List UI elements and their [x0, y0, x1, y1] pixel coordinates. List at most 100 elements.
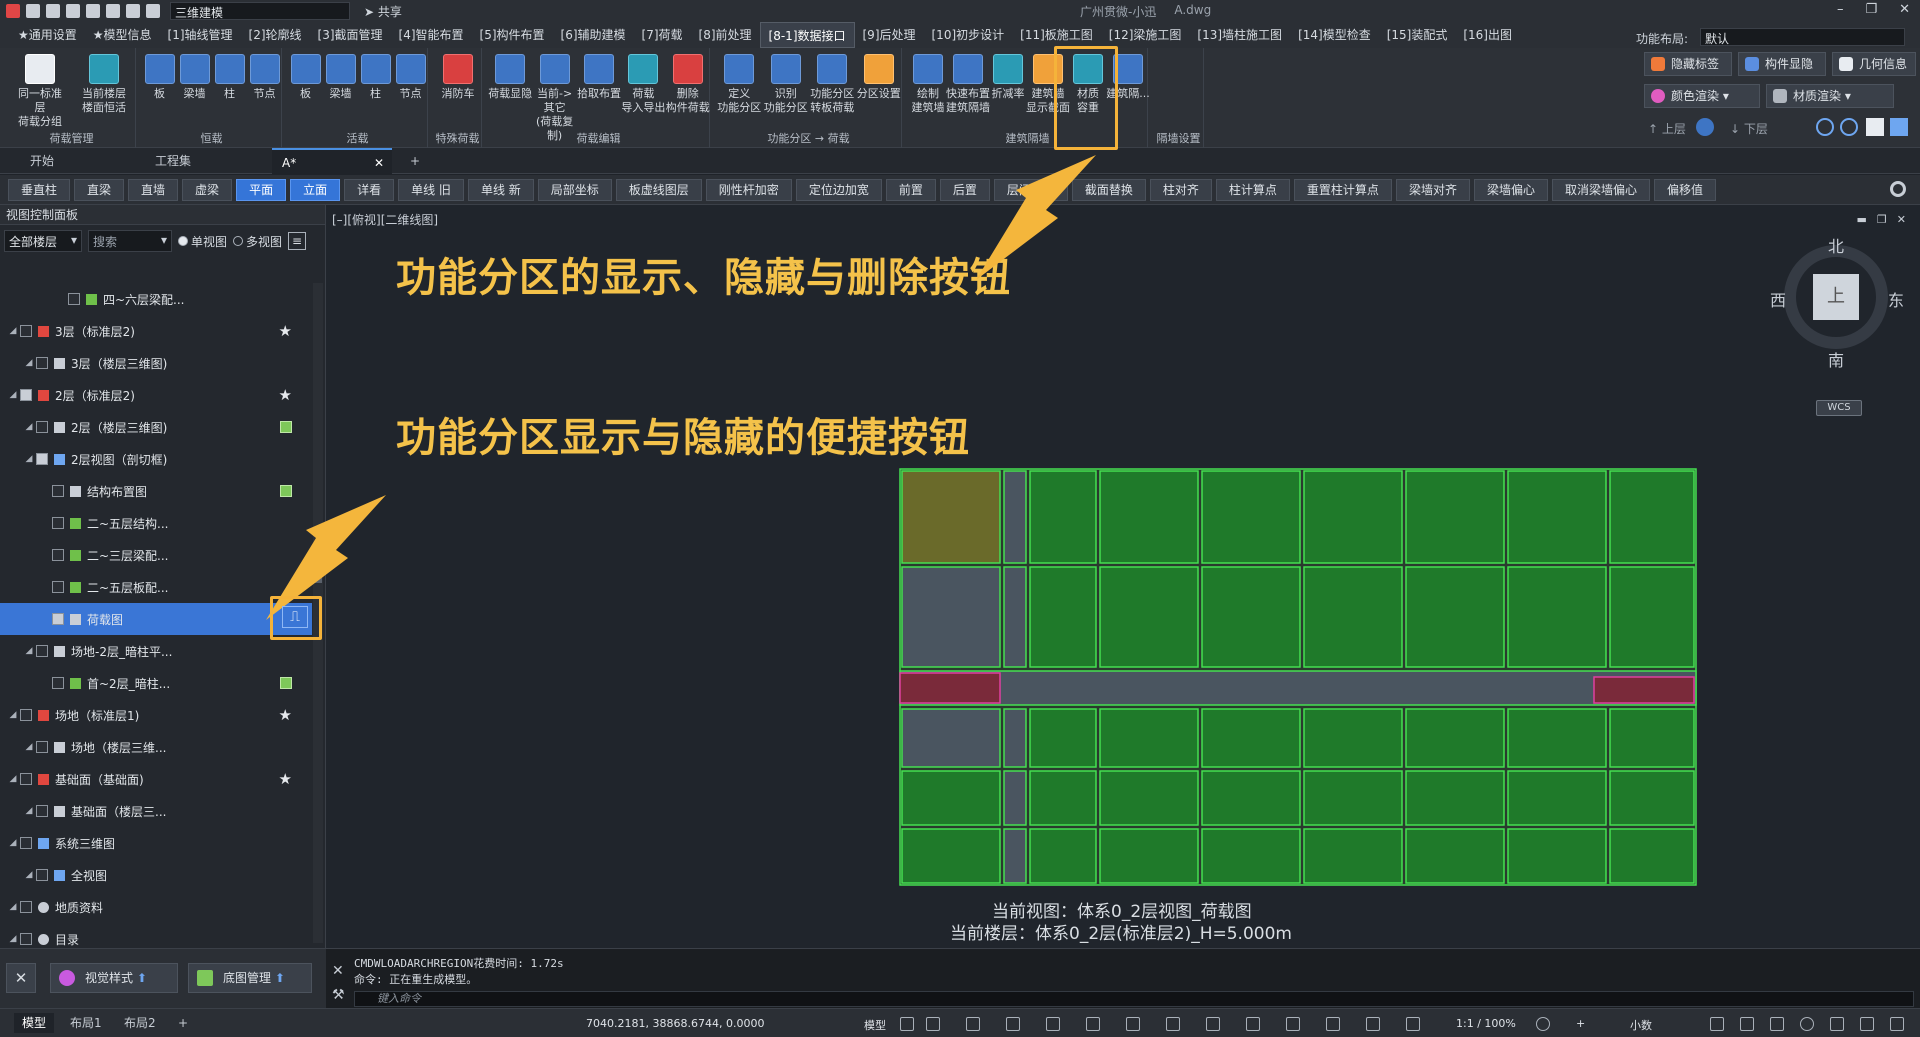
- plan-zone[interactable]: [1609, 708, 1695, 768]
- ribbon-button[interactable]: 功能分区 转板荷载: [810, 54, 854, 115]
- plan-zone[interactable]: [1507, 828, 1607, 884]
- tree-item[interactable]: ◢ 3层（标准层2) ★: [0, 315, 312, 347]
- tab-add-button[interactable]: +: [400, 148, 420, 174]
- annotation-scale[interactable]: 1:1 / 100%: [1456, 1017, 1516, 1030]
- tree-checkbox[interactable]: [36, 805, 48, 817]
- clipboard-icon[interactable]: [1890, 118, 1908, 136]
- compass-south[interactable]: 南: [1828, 347, 1844, 371]
- tab-start[interactable]: 开始: [20, 148, 130, 174]
- ortho-icon[interactable]: [966, 1017, 980, 1031]
- tree-checkbox[interactable]: [20, 773, 32, 785]
- redo-icon[interactable]: [146, 4, 160, 18]
- layout-tab-model[interactable]: 模型: [14, 1013, 55, 1033]
- selection-cycle-icon[interactable]: [1206, 1017, 1220, 1031]
- layout-tab-add[interactable]: +: [170, 1013, 196, 1033]
- workspace-select[interactable]: 三维建模: [170, 2, 350, 20]
- canvas-minimize-icon[interactable]: ▬: [1857, 213, 1867, 226]
- menu-item[interactable]: [4]智能布置: [391, 22, 472, 48]
- save-icon[interactable]: [66, 4, 80, 18]
- plan-zone[interactable]: [1099, 708, 1199, 768]
- ribbon-button[interactable]: 消防车: [436, 54, 480, 101]
- toolbar-button[interactable]: 平面: [236, 178, 287, 201]
- tree-checkbox[interactable]: [20, 837, 32, 849]
- color-render-button[interactable]: 颜色渲染 ▾: [1644, 84, 1760, 108]
- compass-center-cube[interactable]: 上: [1813, 274, 1859, 320]
- tree-expander-icon[interactable]: ◢: [8, 390, 18, 400]
- menu-item[interactable]: [5]构件布置: [472, 22, 553, 48]
- selection-filter-icon[interactable]: [1326, 1017, 1340, 1031]
- tree-item[interactable]: ◢ 场地（楼层三维...: [0, 731, 312, 763]
- tree-checkbox[interactable]: [36, 453, 48, 465]
- tree-checkbox[interactable]: [20, 389, 32, 401]
- tree-item[interactable]: ◢ 2层（标准层2) ★: [0, 379, 312, 411]
- tree-checkbox[interactable]: [36, 869, 48, 881]
- plan-zone[interactable]: [1303, 770, 1403, 826]
- ribbon-button[interactable]: 分区设置: [857, 54, 901, 101]
- tree-checkbox[interactable]: [20, 709, 32, 721]
- toolbar-settings-icon[interactable]: [1890, 181, 1906, 197]
- plan-zone[interactable]: [901, 770, 1001, 826]
- menu-item[interactable]: [13]墙柱施工图: [1189, 22, 1290, 48]
- geometry-info-button[interactable]: 几何信息: [1832, 52, 1916, 76]
- polar-icon[interactable]: [1006, 1017, 1020, 1031]
- menu-item[interactable]: [11]板施工图: [1012, 22, 1101, 48]
- toolbar-button[interactable]: 单线 旧: [398, 178, 464, 201]
- ribbon-button[interactable]: 荷载显隐: [488, 54, 532, 101]
- ribbon-button[interactable]: 删除 构件荷载: [666, 54, 710, 115]
- plan-zone[interactable]: [1201, 828, 1301, 884]
- tree-item[interactable]: ◢ 基础面（基础面) ★: [0, 763, 312, 795]
- share-button[interactable]: ➤ 共享: [364, 3, 402, 20]
- tab-active-drawing[interactable]: A* ✕: [272, 148, 392, 174]
- 3d-osnap-icon[interactable]: [1246, 1017, 1260, 1031]
- panel-menu-icon[interactable]: ≡: [288, 232, 307, 250]
- save-as-icon[interactable]: [86, 4, 100, 18]
- ribbon-button[interactable]: 节点: [243, 54, 287, 101]
- toolbar-button[interactable]: 局部坐标: [537, 178, 612, 201]
- open-file-icon[interactable]: [46, 4, 60, 18]
- command-input[interactable]: 键入命令: [354, 991, 1914, 1007]
- plan-zone[interactable]: [1303, 708, 1403, 768]
- plan-zone[interactable]: [1003, 770, 1027, 826]
- toolbar-button[interactable]: 刚性杆加密: [705, 178, 792, 201]
- menu-item[interactable]: ★模型信息: [85, 22, 160, 48]
- ribbon-button[interactable]: 荷载 导入导出: [621, 54, 665, 115]
- tree-item[interactable]: ◢ 场地（标准层1) ★: [0, 699, 312, 731]
- plan-zone[interactable]: [1201, 566, 1301, 668]
- down-floor-button[interactable]: ↓ 下层: [1730, 120, 1768, 137]
- toolbar-button[interactable]: 取消梁墙偏心: [1551, 178, 1650, 201]
- compass-north[interactable]: 北: [1828, 233, 1844, 257]
- plan-zone[interactable]: [1609, 566, 1695, 668]
- toolbar-button[interactable]: 偏移值: [1653, 178, 1716, 201]
- gizmo-icon[interactable]: [1366, 1017, 1380, 1031]
- menu-item[interactable]: [15]装配式: [1379, 22, 1456, 48]
- menu-item[interactable]: [16]出图: [1455, 22, 1520, 48]
- new-file-icon[interactable]: [26, 4, 40, 18]
- tree-checkbox[interactable]: [36, 421, 48, 433]
- tree-expander-icon[interactable]: ◢: [24, 742, 34, 752]
- tree-checkbox[interactable]: [52, 581, 64, 593]
- document-icon[interactable]: [1866, 118, 1884, 136]
- zoom-in-icon[interactable]: [1816, 118, 1834, 136]
- visual-style-button[interactable]: 视觉样式 ⬆: [50, 963, 178, 993]
- tree-expander-icon[interactable]: ◢: [24, 646, 34, 656]
- toolbar-button[interactable]: 虚梁: [182, 178, 233, 201]
- tree-item[interactable]: ◢ 2层视图（剖切框): [0, 443, 312, 475]
- plan-corridor[interactable]: [899, 670, 1697, 706]
- tree-expander-icon[interactable]: ◢: [8, 710, 18, 720]
- plan-zone-special[interactable]: [1593, 676, 1695, 704]
- zone-quick-toggle-icon[interactable]: ⎍: [282, 606, 308, 628]
- plan-zone[interactable]: [1405, 708, 1505, 768]
- plan-zone[interactable]: [1029, 770, 1097, 826]
- plan-zone[interactable]: [1507, 470, 1607, 564]
- grid-icon[interactable]: [900, 1017, 914, 1031]
- transparency-icon[interactable]: [1166, 1017, 1180, 1031]
- units-select[interactable]: 小数: [1630, 1017, 1652, 1033]
- toolbar-button[interactable]: 梁墙对齐: [1395, 178, 1470, 201]
- toolbar-button[interactable]: 梁墙偏心: [1473, 178, 1548, 201]
- osnap-icon[interactable]: [1046, 1017, 1060, 1031]
- toolbar-button[interactable]: 前置: [885, 178, 936, 201]
- app-logo-icon[interactable]: [6, 4, 20, 18]
- layout-tab-layout2[interactable]: 布局2: [116, 1013, 164, 1033]
- plan-zone[interactable]: [1029, 566, 1097, 668]
- plan-zone[interactable]: [1029, 708, 1097, 768]
